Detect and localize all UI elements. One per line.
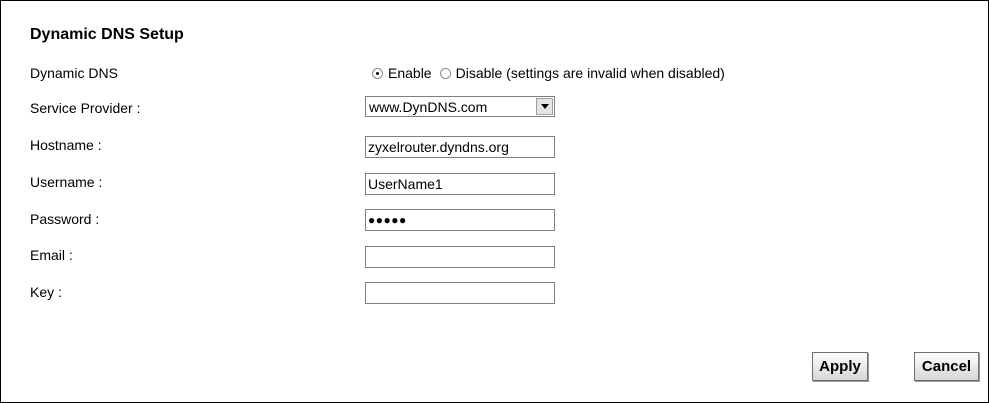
- hostname-input[interactable]: zyxelrouter.dyndns.org: [365, 136, 555, 158]
- dynamic-dns-radio-group: Enable Disable (settings are invalid whe…: [372, 65, 733, 81]
- dynamic-dns-panel: Dynamic DNS Setup Dynamic DNS Enable Dis…: [0, 0, 989, 403]
- service-provider-label: Service Provider :: [30, 100, 141, 116]
- service-provider-select[interactable]: www.DynDNS.com: [365, 96, 555, 117]
- password-label: Password :: [30, 211, 100, 227]
- service-provider-value: www.DynDNS.com: [369, 98, 488, 115]
- section-title: Dynamic DNS Setup: [30, 26, 184, 43]
- disable-radio[interactable]: [439, 67, 451, 79]
- email-label: Email :: [30, 247, 73, 263]
- hostname-label: Hostname :: [30, 137, 102, 153]
- enable-radio-label[interactable]: Enable: [388, 65, 432, 81]
- key-label: Key :: [30, 284, 62, 300]
- chevron-down-icon: [540, 104, 549, 109]
- password-input[interactable]: ●●●●●: [365, 209, 555, 231]
- enable-radio[interactable]: [372, 67, 383, 79]
- username-label: Username :: [30, 174, 103, 190]
- apply-button[interactable]: Apply: [812, 352, 868, 381]
- key-input[interactable]: [365, 282, 555, 304]
- disable-radio-label[interactable]: Disable (settings are invalid when disab…: [456, 65, 725, 81]
- cancel-button[interactable]: Cancel: [914, 352, 979, 381]
- dynamic-dns-label: Dynamic DNS: [30, 65, 118, 81]
- dropdown-button[interactable]: [536, 98, 553, 115]
- username-input[interactable]: UserName1: [365, 173, 555, 195]
- email-input[interactable]: [365, 246, 555, 268]
